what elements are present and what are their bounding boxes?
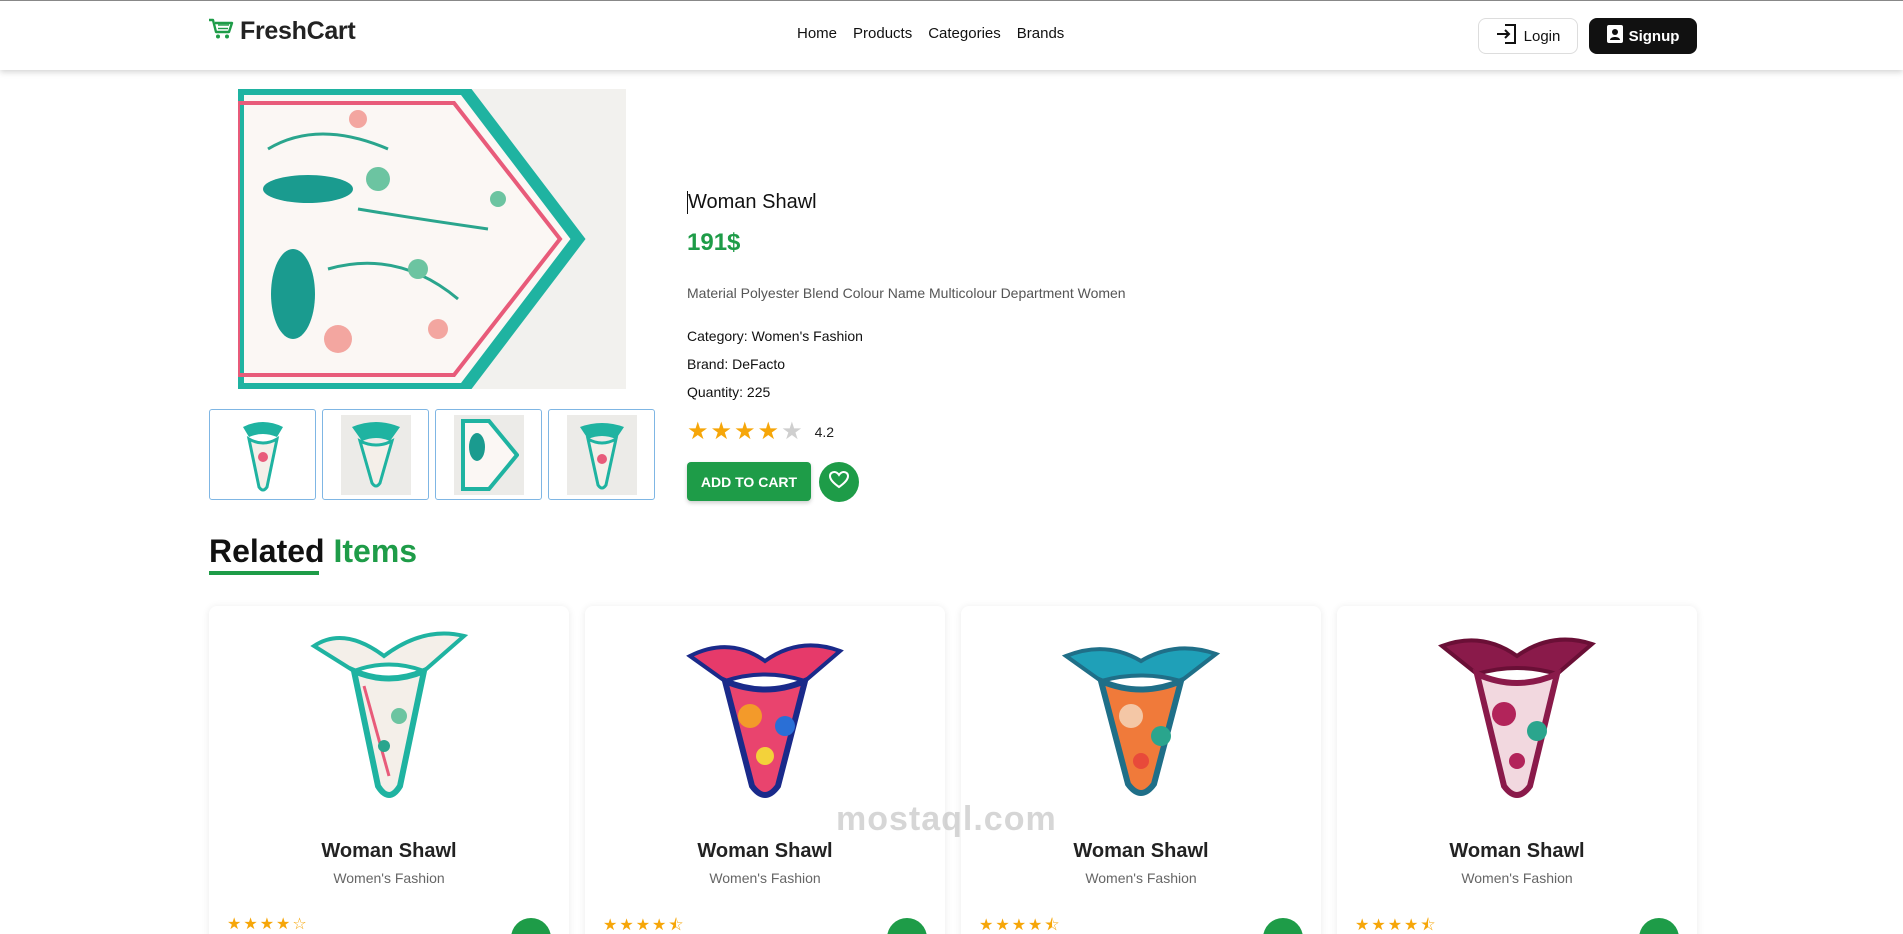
product-brand-row: Brand: DeFacto <box>687 356 785 372</box>
product-title: Woman Shawl <box>687 191 817 214</box>
id-badge-icon <box>1606 25 1623 47</box>
thumbnail[interactable] <box>548 409 655 500</box>
product-card-category: Women's Fashion <box>709 870 821 886</box>
product-card-category: Women's Fashion <box>1461 870 1573 886</box>
product-card-title: Woman Shawl <box>697 840 833 862</box>
star-empty-icon: ★ <box>781 418 803 445</box>
add-button[interactable] <box>1639 918 1679 934</box>
product-card-title: Woman Shawl <box>1073 840 1209 862</box>
thumbnail-strip <box>209 409 655 500</box>
brand-label: Brand: <box>687 356 729 372</box>
star-icon: ★ <box>734 418 756 445</box>
related-items-list: Woman Shawl Women's Fashion ★★★★☆ Woman … <box>209 606 1697 934</box>
product-card[interactable]: Woman Shawl Women's Fashion ★★★★⯪ <box>585 606 945 934</box>
product-card-rating: ★★★★☆ <box>227 916 309 933</box>
related-heading-word1: Related <box>209 533 325 569</box>
thumbnail[interactable] <box>322 409 429 500</box>
thumbnail[interactable] <box>435 409 542 500</box>
product-card-rating: ★★★★⯪ <box>979 917 1062 934</box>
product-category-row: Category: Women's Fashion <box>687 328 863 344</box>
brand-name: FreshCart <box>240 17 356 45</box>
product-card-rating: ★★★★⯪ <box>1355 917 1438 934</box>
product-card[interactable]: Woman Shawl Women's Fashion ★★★★☆ <box>209 606 569 934</box>
thumbnail-image <box>566 414 637 495</box>
product-card-rating: ★★★★⯪ <box>603 917 686 934</box>
nav-link-categories[interactable]: Categories <box>928 25 1001 42</box>
product-card-title: Woman Shawl <box>1449 840 1585 862</box>
category-value: Women's Fashion <box>751 328 863 344</box>
product-price: 191$ <box>687 229 741 256</box>
add-button[interactable] <box>887 918 927 934</box>
signup-label: Signup <box>1628 27 1680 45</box>
product-card[interactable]: Woman Shawl Women's Fashion ★★★★⯪ <box>1337 606 1697 934</box>
rating-value: 4.2 <box>814 424 835 440</box>
star-icon: ★ <box>757 418 780 445</box>
product-rating: ★ ★ ★ ★ ★ 4.2 <box>687 420 834 444</box>
heart-icon <box>828 470 850 494</box>
heading-underline <box>209 571 319 575</box>
login-button[interactable]: Login <box>1478 18 1578 54</box>
category-label: Category: <box>687 328 748 344</box>
thumbnail-image <box>340 414 411 495</box>
login-icon <box>1496 24 1518 48</box>
navbar: FreshCart Home Products Categories Brand… <box>0 0 1903 70</box>
thumbnail-image <box>453 414 524 495</box>
product-card-category: Women's Fashion <box>1085 870 1197 886</box>
nav-link-products[interactable]: Products <box>853 25 912 42</box>
product-card[interactable]: Woman Shawl Women's Fashion ★★★★⯪ <box>961 606 1321 934</box>
quantity-label: Quantity: <box>687 384 744 400</box>
related-items-heading: Related Items <box>209 533 417 570</box>
add-button[interactable] <box>1263 918 1303 934</box>
product-card-image <box>665 626 865 806</box>
quantity-value: 225 <box>746 384 771 400</box>
product-card-title: Woman Shawl <box>321 840 457 862</box>
nav-link-brands[interactable]: Brands <box>1017 25 1065 42</box>
related-heading-word2: Items <box>333 533 418 569</box>
product-card-category: Women's Fashion <box>333 870 445 886</box>
product-card-image <box>1417 626 1617 806</box>
signup-button[interactable]: Signup <box>1589 18 1697 54</box>
product-card-image <box>289 626 489 806</box>
watermark: mostaql.com <box>836 800 1057 838</box>
star-icon: ★ <box>687 418 709 445</box>
thumbnail-image <box>227 414 298 495</box>
main-nav: Home Products Categories Brands <box>797 25 1080 42</box>
add-button[interactable] <box>511 918 551 934</box>
nav-link-home[interactable]: Home <box>797 25 837 42</box>
cart-logo-icon <box>208 18 234 45</box>
brand-logo[interactable]: FreshCart <box>208 17 356 46</box>
add-to-cart-button[interactable]: ADD TO CART <box>687 462 811 501</box>
brand-value: DeFacto <box>732 356 786 372</box>
product-description: Material Polyester Blend Colour Name Mul… <box>687 285 1126 301</box>
login-label: Login <box>1523 27 1561 45</box>
product-quantity-row: Quantity: 225 <box>687 384 770 400</box>
star-icon: ★ <box>710 418 733 445</box>
product-main-image <box>238 89 626 389</box>
product-card-image <box>1041 626 1241 806</box>
thumbnail[interactable] <box>209 409 316 500</box>
wishlist-button[interactable] <box>819 462 859 502</box>
